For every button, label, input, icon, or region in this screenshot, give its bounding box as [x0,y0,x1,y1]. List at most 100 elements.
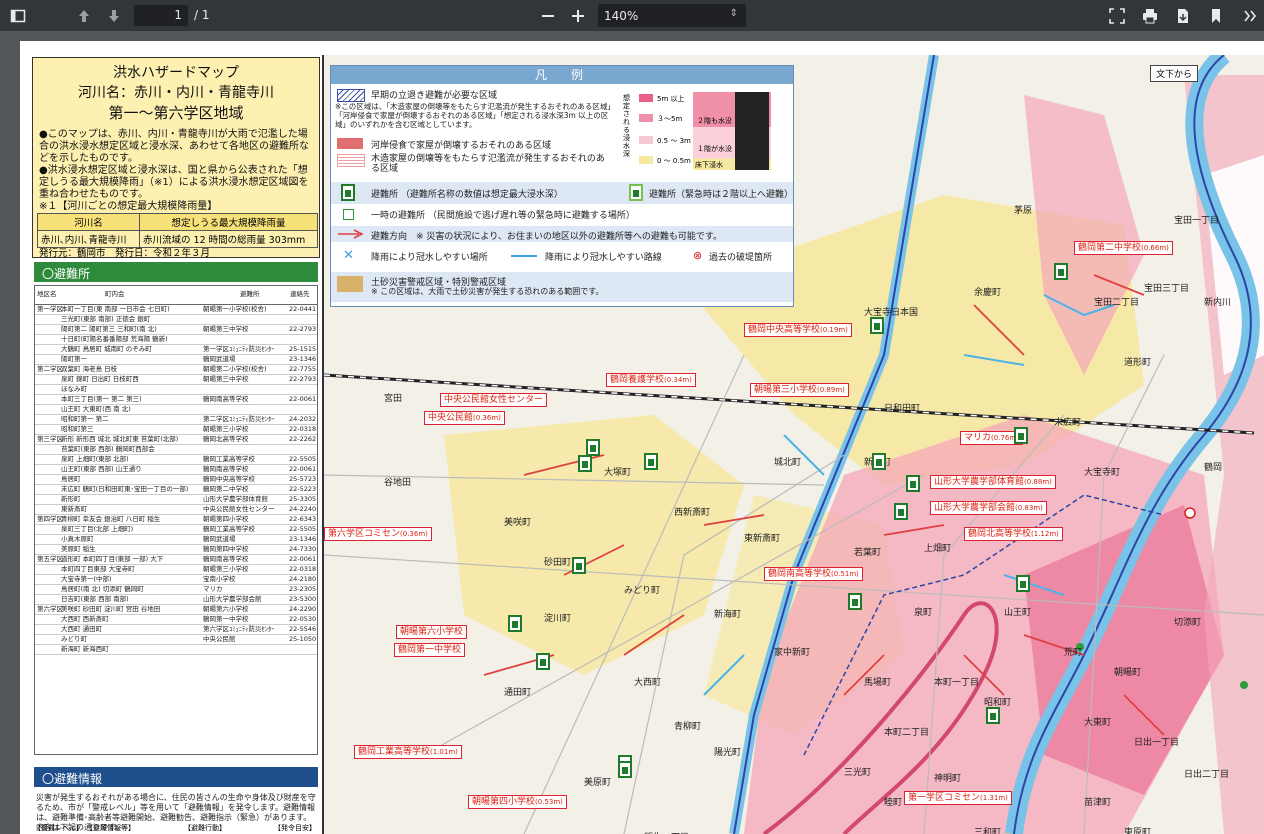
place-label: 大西町 [634,678,662,688]
shelter-row: 三光町(東部 南部) 正徳会 銀町 [35,315,317,325]
legend-shelters: 避難所 （避難所名称の数値は想定最大浸水深） 避難所（緊急時は２階以上へ避難） [331,182,793,204]
shelter-cell-shelter: 鶴岡第一中学校 [203,615,249,623]
place-label: 美咲町 [504,518,532,528]
place-label: 青柳町 [674,722,702,732]
shelter-cell-tel: 25-1515 [289,345,317,353]
school-label: 朝暘第六小学校 [396,625,468,639]
shelter-cell-town: 道形町 本町四丁目(東部 一部) 大下 [61,555,164,563]
place-label: 睦町 [884,798,903,808]
school-depth: (1.12m) [1031,530,1059,538]
place-label: 大東町 [1084,718,1112,728]
school-label: 中央公民館(0.36m) [424,411,505,425]
shelter-row: 昭和町第一 第二 第二学区ｺﾐｭﾆﾃｨ防災ｾﾝﾀｰ 24-2032 [35,415,317,425]
shelter-icon [618,761,632,778]
download-icon[interactable] [1171,4,1195,28]
shelter-icon [872,453,886,470]
shelter-cell-tel: 25-3305 [289,495,317,503]
next-page-icon[interactable] [102,4,126,28]
shelter-icon [870,317,884,334]
zoom-select[interactable]: 140% ⇕ [598,4,746,27]
shelter-cell-town: みどり町 [61,635,87,643]
info-strip-level: 【警戒レベル】 [34,824,83,832]
shelter-cell-tel: 22-2793 [289,325,317,333]
shelter-row: 山王町 大東町(西 南 北) [35,405,317,415]
shelter-cell-shelter: 朝暘第三中学校 [203,375,249,383]
legend-shelter1: 避難所 （避難所名称の数値は想定最大浸水深） [371,190,563,200]
shelter-cell-town: 美咲町 砂田町 淀川町 宮田 谷地田 [61,605,161,613]
shelter-row: 新海町 新海西町 [35,645,317,655]
shelter-row: 大西町 通田町 第六学区ｺﾐｭﾆﾃｨ防災ｾﾝﾀｰ 22-5546 [35,625,317,635]
shelter-cell-tel: 25-1050 [289,635,317,643]
legend-evac-direction: 避難方向 ※ 災害の状況により、お住まいの地区以外の避難所等への避難も可能です。 [331,226,793,242]
shelter-cell-shelter: 朝暘第三小学校 [203,565,249,573]
place-label: 若葉町 [854,548,882,558]
more-tools-icon[interactable] [1238,4,1262,28]
depth1-swatch-icon [639,94,653,102]
shelter-row: 大鶴町 鳥居町 城南町 のぞみ町 第一学区ｺﾐｭﾆﾃｨ防災ｾﾝﾀｰ 25-1515 [35,345,317,355]
place-label: 稲生一丁目 [644,830,689,834]
shelter-row: 東新斎町 中央公民館女性センター 24-2240 [35,505,317,515]
fit-page-icon[interactable] [1105,4,1129,28]
shelter-row: 第三学区 新形 新形西 城北 城北町東 苔葉町(北部) 鶴岡北高等学校 22-2262 [35,435,317,445]
shelter-cell-town: 山王町 大東町(西 南 北) [61,405,131,413]
col-district: 地区名 [37,290,57,298]
shelter-cell-shelter: マリカ [203,585,223,593]
shelter-cell-d: 第二学区 [37,365,63,373]
previous-page-icon[interactable] [72,4,96,28]
shelter-row: 大西町 西新斎町 鶴岡第一中学校 22-0530 [35,615,317,625]
shelter-cell-shelter: 中央公民館女性センター [203,505,275,513]
shelter-heading: 〇避難所 [34,262,318,282]
school-name: 鶴岡養護学校 [610,375,665,385]
place-label: 宝田一丁目 [1174,216,1220,226]
legend-item1: 早期の立退き避難が必要な区域 [371,91,498,101]
shelter-cell-town: 十日町(町陽名番番陽部 荒海陽 鶴新) [61,335,168,343]
shelter-cell-tel: 22-2262 [289,435,317,443]
shelter-cell-shelter: 山形大学農学部会館 [203,595,262,603]
school-label: 鶴岡中央高等学校(0.19m) [744,323,852,337]
shelter-icon [906,475,920,492]
zoom-out-icon[interactable] [536,4,560,28]
zoom-in-icon[interactable] [566,4,590,28]
place-label: 茅原 [1014,206,1033,216]
shelter-cell-tel: 24-7330 [289,545,317,553]
rain-header-river: 河川名 [37,213,140,231]
place-label: 美原町 [584,778,612,788]
shelter-icon [572,557,586,574]
place-label: 西新斎町 [674,508,711,518]
shelter-cell-shelter: 鶴岡南高等学校 [203,395,249,403]
shelter-cell-tel: 24-2240 [289,505,317,513]
place-label: 末広町 [1054,418,1082,428]
place-label: 宝田二丁目 [1094,298,1140,308]
sidebar-toggle-icon[interactable] [6,4,30,28]
place-label: 本町一丁目 [934,678,980,688]
place-label: 山王町 [1004,608,1032,618]
page-number-input[interactable]: 1 [134,5,188,26]
shelter-rows: 第一学区 本町一丁目(東 南部 一日市会 七日町) 朝暘第一小学校(校舎) 22-04… [35,305,317,655]
shelter-row: 泉町三丁目(北部 上畑町) 鶴岡工業高等学校 22-5505 [35,525,317,535]
bookmark-icon[interactable] [1204,4,1228,28]
shelter-cell-shelter: 朝暘第三中学校 [203,325,249,333]
river-names: 河川名：赤川・内川・青龍寺川 [78,85,274,101]
print-icon[interactable] [1138,4,1162,28]
legend-heading: 凡 例 [331,66,793,84]
school-name: 山形大学農学部会館 [934,503,1016,513]
shelter-2f-icon [629,184,643,201]
floor-under-label: 床下浸水 [695,161,723,169]
shelter-cell-shelter: 鶴岡第二中学校 [203,485,249,493]
map-title: 洪水ハザードマップ [113,65,239,81]
shelter-cell-d: 第一学区 [37,305,63,313]
place-label: 大塚町 [604,468,632,478]
evacuation-info-heading: 〇避難情報 [34,767,318,787]
legend-shelter2: 避難所（緊急時は２階以上へ避難） [649,190,794,200]
school-label: 山形大学農学部会館(0.83m) [930,501,1047,515]
shelter-row: 末広町 鶴町(日和田町東･宝田一丁目の一部) 鶴岡第二中学校 22-5223 [35,485,317,495]
shelter-cell-town: 小真木原町 [61,535,94,543]
place-label: 苗津町 [1084,798,1112,808]
shelter-cell-tel: 22-5505 [289,525,317,533]
shelter-cell-town: 新海町 新海西町 [61,645,109,653]
shelter-cell-tel: 22-5505 [289,455,317,463]
school-depth: (0.19m) [820,326,848,334]
school-depth: (0.88m) [1024,478,1052,486]
shelter-icon [848,593,862,610]
place-label: 淀川町 [544,614,572,624]
